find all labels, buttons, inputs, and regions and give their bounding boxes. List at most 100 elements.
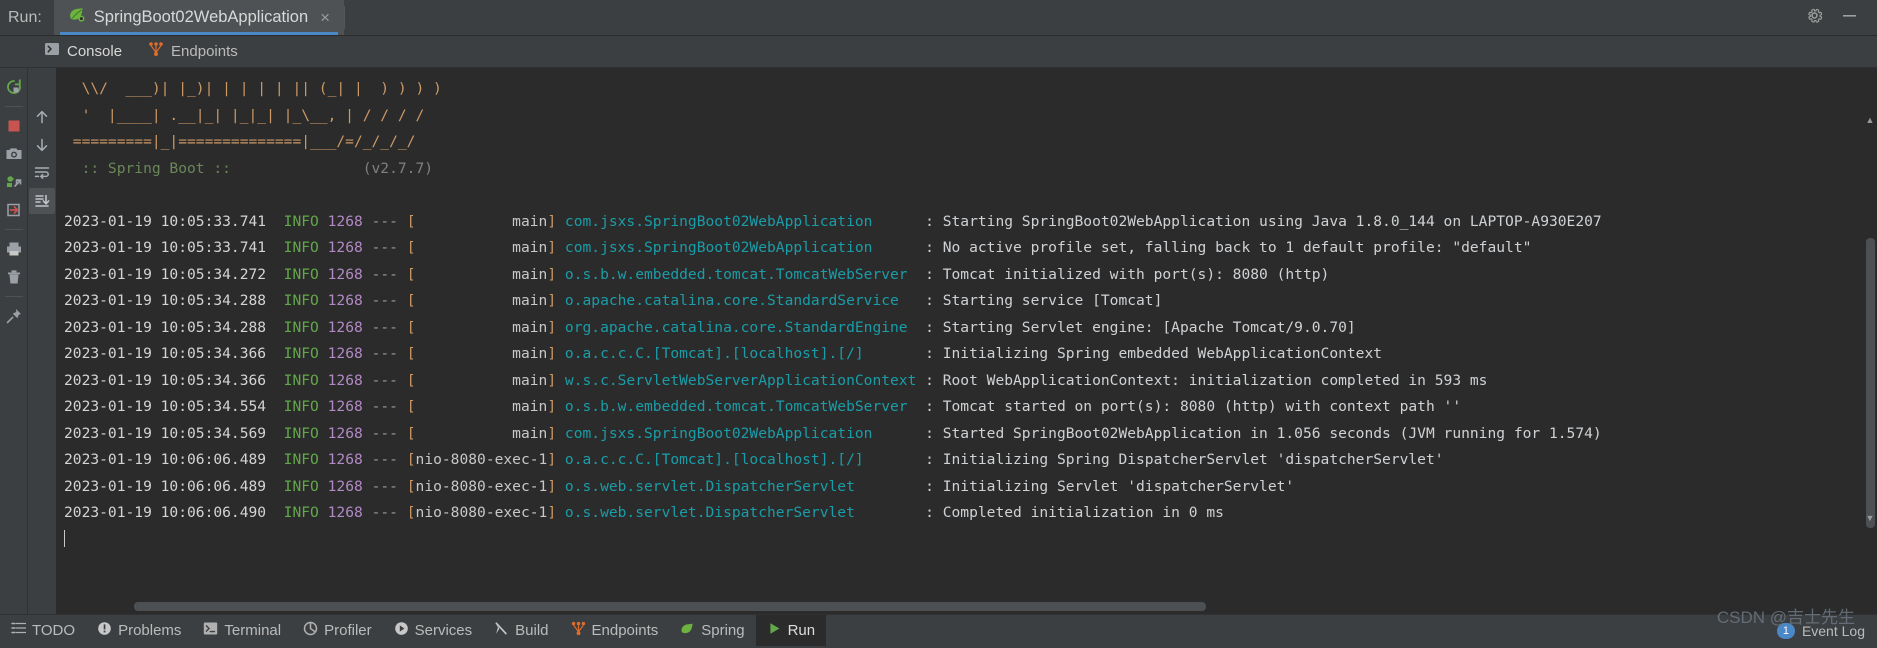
log-thread-bracket: ] [547, 477, 557, 495]
log-thread-bracket: ] [547, 265, 557, 283]
run-configuration-tab[interactable]: SpringBoot02WebApplication × [53, 0, 345, 35]
log-thread-bracket: [ [406, 265, 416, 283]
log-pid: 1268 [327, 477, 363, 495]
run-actions-toolbar [0, 68, 28, 614]
log-thread: main [415, 318, 548, 336]
down-stack-trace-button[interactable] [29, 132, 55, 158]
spring-boot-leaf-icon [68, 6, 86, 29]
tool-window-button-problems[interactable]: Problems [86, 615, 192, 646]
tool-window-button-todo[interactable]: TODO [0, 615, 86, 646]
log-thread-bracket: ] [547, 504, 557, 521]
log-line: 2023-01-19 10:06:06.490 INFO 1268 --- [n… [64, 504, 1224, 521]
log-message: : Initializing Spring DispatcherServlet … [925, 451, 1444, 468]
log-timestamp: 2023-01-19 10:06:06.489 [64, 451, 267, 468]
subtab-console[interactable]: Console [44, 41, 122, 62]
horizontal-scrollbar-thumb[interactable] [134, 602, 1206, 611]
clear-all-button[interactable] [1, 264, 27, 290]
log-level: INFO [283, 504, 319, 521]
log-logger: o.apache.catalina.core.StandardService [564, 292, 926, 309]
log-line: 2023-01-19 10:05:33.741 INFO 1268 --- [ … [64, 239, 1531, 256]
log-thread: main [415, 265, 548, 283]
thread-dump-button[interactable] [1, 169, 27, 195]
console-output-panel[interactable]: \\/ ___)| |_)| | | | | || (_| | ) ) ) ) … [56, 68, 1877, 614]
log-thread-bracket: [ [406, 504, 416, 521]
toolbar-divider [4, 106, 23, 107]
tool-window-button-profiler[interactable]: Profiler [292, 615, 383, 646]
log-message: : Starting Servlet engine: [Apache Tomca… [925, 318, 1356, 336]
tool-window-label: Run [787, 622, 816, 639]
log-line: 2023-01-19 10:06:06.489 INFO 1268 --- [n… [64, 451, 1444, 468]
problems-icon [97, 621, 112, 641]
memory-snapshot-button[interactable] [1, 141, 27, 167]
tool-window-button-run[interactable]: Run [755, 615, 827, 646]
log-thread: nio-8080-exec-1 [415, 477, 548, 495]
log-thread-bracket: [ [406, 239, 416, 256]
tool-window-button-terminal[interactable]: Terminal [192, 615, 292, 646]
vertical-scrollbar-thumb[interactable] [1866, 238, 1875, 528]
log-line: 2023-01-19 10:05:34.554 INFO 1268 --- [ … [64, 398, 1461, 415]
stop-button[interactable] [1, 113, 27, 139]
tool-window-button-spring[interactable]: Spring [669, 615, 755, 646]
run-window-titlebar: Run: SpringBoot02WebApplication × [0, 0, 1877, 36]
rerun-button[interactable] [1, 74, 27, 100]
settings-gear-icon[interactable] [1805, 6, 1824, 30]
log-message: : Tomcat started on port(s): 8080 (http)… [925, 398, 1462, 415]
tool-window-button-build[interactable]: Build [483, 615, 559, 646]
export-button[interactable] [1, 197, 27, 223]
log-thread-bracket: ] [547, 239, 557, 256]
log-pid: 1268 [327, 265, 363, 283]
subtab-console-label: Console [67, 43, 123, 60]
console-caret [64, 529, 65, 547]
export-icon [6, 203, 20, 217]
minimize-icon[interactable] [1840, 6, 1859, 30]
log-thread: main [415, 212, 548, 230]
scroll-down-arrow[interactable]: ▼ [1863, 510, 1877, 526]
arrow-down-icon [36, 138, 48, 152]
services-icon [394, 621, 409, 641]
log-thread-bracket: ] [547, 318, 557, 336]
pin-tab-button[interactable] [1, 303, 27, 329]
log-timestamp: 2023-01-19 10:05:34.288 [64, 318, 267, 336]
endpoints-icon [571, 621, 586, 641]
log-level: INFO [283, 477, 319, 495]
tool-window-label: Profiler [324, 622, 372, 639]
log-timestamp: 2023-01-19 10:05:33.741 [64, 239, 267, 256]
thread-dump-icon [6, 176, 21, 188]
print-button[interactable] [1, 236, 27, 262]
soft-wrap-icon [34, 167, 50, 179]
up-stack-trace-button[interactable] [29, 104, 55, 130]
todo-icon [11, 621, 27, 641]
log-thread-bracket: ] [547, 398, 557, 415]
log-thread: main [415, 371, 548, 389]
log-separator: --- [371, 265, 398, 283]
run-configuration-name: SpringBoot02WebApplication [93, 8, 309, 26]
tool-window-label: Problems [118, 622, 182, 639]
log-line: 2023-01-19 10:06:06.489 INFO 1268 --- [n… [64, 478, 1294, 495]
titlebar-actions [1805, 0, 1877, 35]
log-timestamp: 2023-01-19 10:05:34.272 [64, 265, 267, 283]
tool-window-button-services[interactable]: Services [383, 615, 484, 646]
log-separator: --- [371, 371, 398, 389]
log-timestamp: 2023-01-19 10:05:34.366 [64, 345, 267, 362]
scroll-to-end-button[interactable] [29, 188, 55, 214]
log-pid: 1268 [327, 239, 363, 256]
log-level: INFO [283, 239, 319, 256]
close-icon[interactable]: × [316, 9, 330, 26]
soft-wrap-button[interactable] [29, 160, 55, 186]
log-message: : No active profile set, falling back to… [925, 239, 1532, 256]
log-timestamp: 2023-01-19 10:05:34.554 [64, 398, 267, 415]
log-logger: o.s.web.servlet.DispatcherServlet [564, 477, 926, 495]
log-level: INFO [283, 318, 319, 336]
subtab-endpoints[interactable]: Endpoints [148, 41, 238, 62]
tool-window-button-endpoints[interactable]: Endpoints [560, 615, 670, 646]
log-thread-bracket: ] [547, 451, 557, 468]
log-thread-bracket: [ [406, 477, 416, 495]
log-line: 2023-01-19 10:05:33.741 INFO 1268 --- [ … [64, 213, 1602, 230]
log-level: INFO [283, 451, 319, 468]
log-logger: org.apache.catalina.core.StandardEngine [564, 318, 926, 336]
log-pid: 1268 [327, 292, 363, 309]
toolbar-divider-2 [4, 229, 23, 230]
event-log-area[interactable]: 1 Event Log [1776, 622, 1877, 639]
log-logger: com.jsxs.SpringBoot02WebApplication [564, 239, 926, 256]
run-window-body: \\/ ___)| |_)| | | | | || (_| | ) ) ) ) … [0, 68, 1877, 614]
